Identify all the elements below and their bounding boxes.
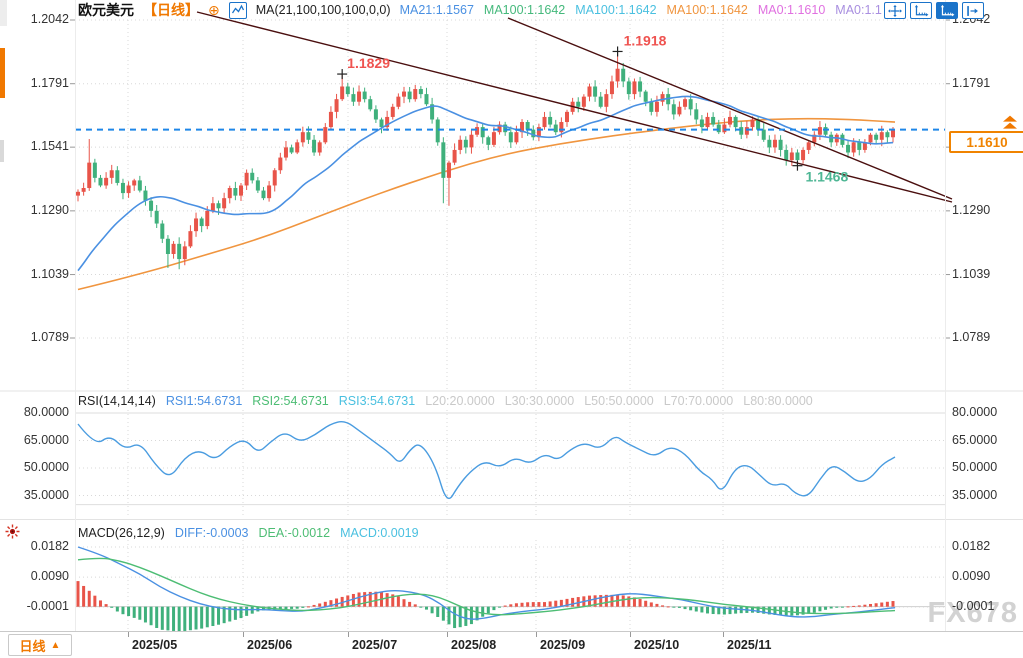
price-axis-label: 1.2042 [31,12,69,27]
rsi-axis-label: 35.0000 [24,488,69,503]
ma-legend-item: MA100:1.1642 [667,3,748,17]
crosshair-move-icon[interactable] [884,2,906,19]
price-axis-label: 1.1791 [31,76,69,91]
ma-legend-item: MA100:1.1642 [484,3,565,17]
price-axis-label: 1.1039 [31,267,69,282]
rsi-axis-label: 65.0000 [24,433,69,448]
x-axis-label: 2025/10 [634,638,679,652]
rsi-legend-item: RSI2:54.6731 [252,394,328,408]
rsi-legend: RSI1:54.6731 RSI2:54.6731 RSI3:54.6731 L20:… [166,394,813,408]
chart-toolbar [884,2,984,19]
rsi-legend-item: L80:80.0000 [743,394,813,408]
price-axis-label: 1.1290 [31,203,69,218]
macd-axis-label: 0.0090 [31,569,69,584]
rsi-legend-item: L50:50.0000 [584,394,654,408]
rsi-axis-label: 80.0000 [952,405,997,420]
x-axis-label: 2025/06 [247,638,292,652]
x-axis-tick [243,632,244,637]
period-button-label: 日线 [20,636,46,655]
chart-type-icon[interactable] [229,2,247,19]
macd-legend-item: DIFF:-0.0003 [175,526,249,540]
macd-legend-item: MACD:0.0019 [340,526,419,540]
rsi-axis-label: 35.0000 [952,488,997,503]
chart-header: 欧元美元 【日线】 ⊕ MA(21,100,100,100,0,0) MA21:… [78,1,882,19]
rsi-axis-label: 65.0000 [952,433,997,448]
macd-axis-label: -0.0001 [952,599,994,614]
rsi-axis-label: 50.0000 [24,460,69,475]
ma-legend: MA21:1.1567 MA100:1.1642 MA100:1.1642 MA100… [400,3,882,17]
rsi-legend-item: L70:70.0000 [664,394,734,408]
x-axis-tick [630,632,631,637]
x-axis-tick [128,632,129,637]
ma-settings-label[interactable]: MA(21,100,100,100,0,0) [256,3,391,17]
rsi-axis-label: 50.0000 [952,460,997,475]
rsi-legend-item: L20:20.0000 [425,394,495,408]
ma-legend-item: MA100:1.1642 [575,3,656,17]
x-axis-tick [447,632,448,637]
chart-app: 1.1829 1.1918 1.1468 欧元美元 【日线】 ⊕ MA(21,100… [0,0,1023,657]
macd-settings-label[interactable]: MACD(26,12,9) [78,526,165,540]
collapse-right-icon[interactable] [962,2,984,19]
rsi-legend-item: RSI3:54.6731 [339,394,415,408]
x-axis-label: 2025/07 [352,638,397,652]
x-axis-label: 2025/08 [451,638,496,652]
svg-text:1.1918: 1.1918 [624,32,667,48]
axis-range-icon[interactable] [910,2,932,19]
current-price-value: 1.1610 [966,135,1007,150]
ma-legend-item: MA0:1.1610 [758,3,825,17]
current-price-box: 1.1610 [949,131,1023,153]
rsi-header: RSI(14,14,14) RSI1:54.6731RSI2:54.6731RS… [78,394,813,408]
price-axis-label: 1.1541 [31,139,69,154]
price-axis-label: 1.1791 [952,76,990,91]
auto-scale-icon[interactable] [936,2,958,19]
macd-axis-label: 0.0182 [31,539,69,554]
x-axis-tick [723,632,724,637]
macd-legend-item: DEA:-0.0012 [258,526,330,540]
macd-header: MACD(26,12,9) DIFF:-0.0003 DEA:-0.0012 MAC… [78,526,419,540]
x-axis-tick [348,632,349,637]
svg-text:1.1829: 1.1829 [347,55,390,71]
price-axis-label: 1.0789 [952,330,990,345]
price-axis-label: 1.1039 [952,267,990,282]
rsi-settings-label[interactable]: RSI(14,14,14) [78,394,156,408]
period-selector-button[interactable]: 日线 ▲ [8,634,72,656]
chevron-up-icon: ▲ [51,640,61,651]
price-axis-label: 1.0789 [31,330,69,345]
x-axis-label: 2025/05 [132,638,177,652]
svg-text:1.1468: 1.1468 [805,169,848,185]
x-axis-tick [536,632,537,637]
period-tag: 【日线】 [143,0,199,20]
x-axis-row: 日线 ▲ 2025/05 2025/06 2025/07 2025/08 2025/09… [0,631,1023,658]
chart-canvas[interactable]: 1.1829 1.1918 1.1468 [0,0,1023,657]
x-axis-label: 2025/11 [727,638,772,652]
right-axis-column: 1.20421.17911.15411.12901.10391.078980.0… [950,0,1023,631]
ma-legend-item: MA21:1.1567 [400,3,474,17]
rsi-legend-item: L30:30.0000 [505,394,575,408]
drawing-tool-icon[interactable] [4,523,21,540]
ma-legend-item: MA0:1.1 [835,3,882,17]
symbol-title: 欧元美元 [78,0,134,20]
x-axis-label: 2025/09 [540,638,585,652]
macd-legend: DIFF:-0.0003 DEA:-0.0012 MACD:0.0019 [175,526,419,540]
macd-axis-label: 0.0090 [952,569,990,584]
rsi-axis-label: 80.0000 [24,405,69,420]
macd-axis-label: 0.0182 [952,539,990,554]
price-axis-label: 1.1290 [952,203,990,218]
macd-axis-label: -0.0001 [27,599,69,614]
add-indicator-icon[interactable]: ⊕ [208,3,220,17]
rsi-legend-item: RSI1:54.6731 [166,394,242,408]
